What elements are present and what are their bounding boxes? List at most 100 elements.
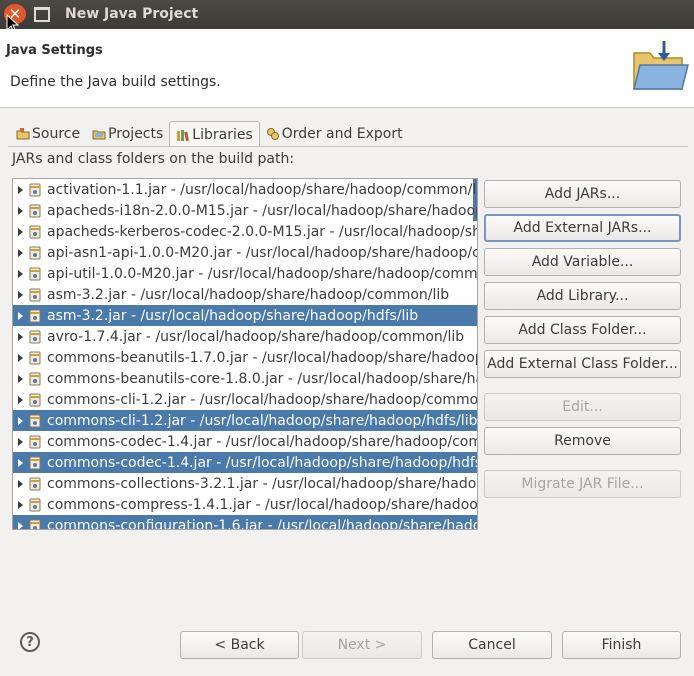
library-row[interactable]: activation-1.1.jar - /usr/local/hadoop/s… bbox=[13, 179, 477, 200]
jar-file-icon bbox=[29, 372, 41, 385]
add-external-jars-button[interactable]: Add External JARs... bbox=[484, 214, 681, 242]
jar-file-icon bbox=[29, 414, 41, 427]
add-library-button[interactable]: Add Library... bbox=[484, 282, 681, 310]
expand-arrow-icon[interactable] bbox=[18, 479, 23, 488]
tab-bar: Source Projects Libraries Order and Expo… bbox=[10, 121, 409, 147]
tab-libraries-label: Libraries bbox=[192, 126, 253, 143]
tab-libraries[interactable]: Libraries bbox=[169, 121, 260, 147]
library-row[interactable]: apacheds-i18n-2.0.0-M15.jar - /usr/local… bbox=[13, 200, 477, 221]
library-row-label: commons-beanutils-core-1.8.0.jar - /usr/… bbox=[47, 370, 477, 387]
tab-divider bbox=[8, 146, 688, 147]
library-row[interactable]: api-util-1.0.0-M20.jar - /usr/local/hado… bbox=[13, 263, 477, 284]
jar-file-icon bbox=[29, 288, 41, 301]
jar-file-icon bbox=[29, 204, 41, 217]
jar-file-icon bbox=[29, 393, 41, 406]
jar-file-icon bbox=[29, 267, 41, 280]
tab-projects-label: Projects bbox=[108, 126, 164, 142]
library-row-label: commons-compress-1.4.1.jar - /usr/local/… bbox=[47, 496, 478, 513]
library-row-label: commons-codec-1.4.jar - /usr/local/hadoo… bbox=[47, 454, 478, 471]
expand-arrow-icon[interactable] bbox=[18, 290, 23, 299]
library-row[interactable]: commons-cli-1.2.jar - /usr/local/hadoop/… bbox=[13, 389, 477, 410]
cancel-button[interactable]: Cancel bbox=[432, 631, 552, 659]
edit-button[interactable]: Edit... bbox=[484, 393, 681, 421]
add-class-folder-button[interactable]: Add Class Folder... bbox=[484, 316, 681, 344]
library-row[interactable]: commons-codec-1.4.jar - /usr/local/hadoo… bbox=[13, 452, 477, 473]
library-row[interactable]: commons-beanutils-core-1.8.0.jar - /usr/… bbox=[13, 368, 477, 389]
page-title: Java Settings bbox=[6, 43, 103, 58]
library-row[interactable]: asm-3.2.jar - /usr/local/hadoop/share/ha… bbox=[13, 284, 477, 305]
build-path-libraries-list[interactable]: activation-1.1.jar - /usr/local/hadoop/s… bbox=[12, 178, 478, 530]
library-row-label: api-asn1-api-1.0.0-M20.jar - /usr/local/… bbox=[47, 244, 477, 261]
wizard-header: Java Settings Define the Java build sett… bbox=[0, 29, 694, 108]
expand-arrow-icon[interactable] bbox=[18, 206, 23, 215]
jar-file-icon bbox=[29, 498, 41, 511]
tab-source[interactable]: Source bbox=[10, 121, 86, 147]
library-row[interactable]: commons-compress-1.4.1.jar - /usr/local/… bbox=[13, 494, 477, 515]
expand-arrow-icon[interactable] bbox=[18, 332, 23, 341]
expand-arrow-icon[interactable] bbox=[18, 353, 23, 362]
library-row-label: commons-cli-1.2.jar - /usr/local/hadoop/… bbox=[47, 412, 478, 429]
jar-file-icon bbox=[29, 456, 41, 469]
next-button[interactable]: Next > bbox=[302, 631, 422, 659]
library-row[interactable]: asm-3.2.jar - /usr/local/hadoop/share/ha… bbox=[13, 305, 477, 326]
expand-arrow-icon[interactable] bbox=[18, 311, 23, 320]
expand-arrow-icon[interactable] bbox=[18, 374, 23, 383]
library-row-label: commons-beanutils-1.7.0.jar - /usr/local… bbox=[47, 349, 478, 366]
library-row[interactable]: commons-beanutils-1.7.0.jar - /usr/local… bbox=[13, 347, 477, 368]
add-variable-button[interactable]: Add Variable... bbox=[484, 248, 681, 276]
expand-arrow-icon[interactable] bbox=[18, 437, 23, 446]
library-row[interactable]: commons-configuration-1.6.jar - /usr/loc… bbox=[13, 515, 477, 530]
back-button[interactable]: < Back bbox=[180, 631, 299, 659]
jar-file-icon bbox=[29, 309, 41, 322]
expand-arrow-icon[interactable] bbox=[18, 395, 23, 404]
library-row-label: apacheds-kerberos-codec-2.0.0-M15.jar - … bbox=[47, 223, 478, 240]
page-description: Define the Java build settings. bbox=[10, 74, 221, 90]
projects-icon bbox=[92, 130, 106, 140]
jar-file-icon bbox=[29, 183, 41, 196]
jar-file-icon bbox=[29, 519, 41, 529]
remove-button[interactable]: Remove bbox=[484, 427, 681, 455]
source-folder-icon bbox=[16, 128, 30, 140]
add-external-class-folder-button[interactable]: Add External Class Folder... bbox=[484, 350, 681, 378]
tab-order-and-export-label: Order and Export bbox=[281, 126, 403, 142]
jar-file-icon bbox=[29, 225, 41, 238]
library-row[interactable]: commons-codec-1.4.jar - /usr/local/hadoo… bbox=[13, 431, 477, 452]
migrate-jar-file-button[interactable]: Migrate JAR File... bbox=[484, 470, 681, 498]
help-icon[interactable]: ? bbox=[20, 632, 40, 652]
jar-file-icon bbox=[29, 477, 41, 490]
library-row-label: api-util-1.0.0-M20.jar - /usr/local/hado… bbox=[47, 265, 478, 282]
expand-arrow-icon[interactable] bbox=[18, 248, 23, 257]
expand-arrow-icon[interactable] bbox=[18, 185, 23, 194]
library-row[interactable]: commons-collections-3.2.1.jar - /usr/loc… bbox=[13, 473, 477, 494]
expand-arrow-icon[interactable] bbox=[18, 521, 23, 529]
window-title: New Java Project bbox=[65, 6, 199, 22]
library-row-label: activation-1.1.jar - /usr/local/hadoop/s… bbox=[47, 181, 478, 198]
library-row[interactable]: apacheds-kerberos-codec-2.0.0-M15.jar - … bbox=[13, 221, 477, 242]
library-row-label: commons-collections-3.2.1.jar - /usr/loc… bbox=[47, 475, 477, 492]
add-jars-button[interactable]: Add JARs... bbox=[484, 180, 681, 208]
build-path-label: JARs and class folders on the build path… bbox=[12, 151, 295, 167]
expand-arrow-icon[interactable] bbox=[18, 269, 23, 278]
tab-projects[interactable]: Projects bbox=[86, 121, 169, 147]
library-row-label: apacheds-i18n-2.0.0-M15.jar - /usr/local… bbox=[47, 202, 478, 219]
libraries-icon bbox=[177, 129, 190, 141]
library-row-label: asm-3.2.jar - /usr/local/hadoop/share/ha… bbox=[47, 307, 419, 324]
maximize-window-button[interactable] bbox=[34, 7, 50, 22]
library-row[interactable]: avro-1.7.4.jar - /usr/local/hadoop/share… bbox=[13, 326, 477, 347]
jar-file-icon bbox=[29, 330, 41, 343]
library-row[interactable]: api-asn1-api-1.0.0-M20.jar - /usr/local/… bbox=[13, 242, 477, 263]
library-row[interactable]: commons-cli-1.2.jar - /usr/local/hadoop/… bbox=[13, 410, 477, 431]
jar-file-icon bbox=[29, 435, 41, 448]
expand-arrow-icon[interactable] bbox=[18, 416, 23, 425]
expand-arrow-icon[interactable] bbox=[18, 227, 23, 236]
library-row-label: commons-codec-1.4.jar - /usr/local/hadoo… bbox=[47, 433, 477, 450]
jar-file-icon bbox=[29, 246, 41, 259]
expand-arrow-icon[interactable] bbox=[18, 458, 23, 467]
tab-order-and-export[interactable]: Order and Export bbox=[260, 121, 409, 147]
library-row-label: commons-configuration-1.6.jar - /usr/loc… bbox=[47, 517, 477, 530]
finish-button[interactable]: Finish bbox=[562, 631, 681, 659]
expand-arrow-icon[interactable] bbox=[18, 500, 23, 509]
tab-source-label: Source bbox=[32, 126, 81, 142]
order-export-icon bbox=[266, 128, 279, 140]
title-bar: ✕ New Java Project bbox=[0, 0, 694, 34]
